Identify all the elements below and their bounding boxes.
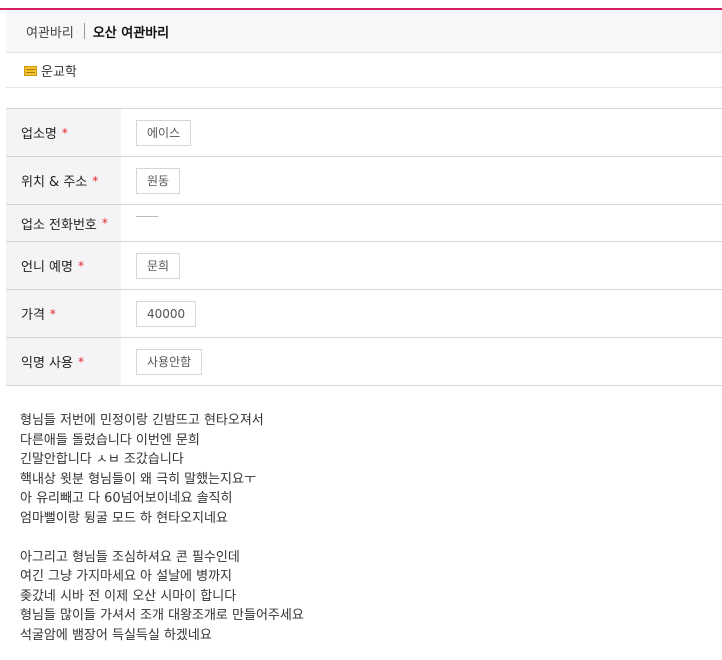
- content-line: 형님들 저번에 민정이랑 긴밤뜨고 현타오져서: [20, 413, 264, 428]
- field-value-cell: 문희: [121, 242, 722, 289]
- content-line: 핵내상 윗분 형님들이 왜 극히 말했는지요ㅜ: [20, 471, 256, 487]
- field-label: 언니 예명 *: [6, 242, 121, 289]
- content-line: 석굴암에 뱀장어 득실득실 하겠네요: [20, 627, 212, 643]
- field-row-anonymous: 익명 사용 * 사용안함: [6, 338, 722, 386]
- content-line: 긴말안합니다 ㅅㅂ 조갔습니다: [20, 452, 184, 467]
- content-line: 형님들 많이들 가셔서 조개 대왕조개로 만들어주세요: [20, 608, 304, 623]
- field-label-text: 업소명: [21, 127, 57, 142]
- post-content: 형님들 저번에 민정이랑 긴밤뜨고 현타오져서 다른애들 돌렸습니다 이번엔 문…: [20, 411, 710, 645]
- field-value: 40000: [136, 300, 197, 327]
- field-value-cell: [121, 205, 722, 241]
- content-blank-line: [20, 528, 710, 548]
- field-value-cell: 에이스: [121, 109, 722, 156]
- content-line: 다른애들 돌렸습니다 이번엔 문희: [20, 432, 200, 448]
- field-value-cell: 사용안함: [121, 338, 722, 385]
- field-row-phone: 업소 전화번호 *: [6, 205, 722, 242]
- field-label-text: 업소 전화번호: [21, 217, 97, 233]
- field-value: 문희: [136, 252, 181, 279]
- field-value: 원동: [136, 167, 181, 194]
- content-line: 아 유리빼고 다 60넘어보이네요 솔직히: [20, 491, 233, 506]
- field-row-business-name: 업소명 * 에이스: [6, 109, 722, 157]
- field-value-cell: 40000: [121, 290, 722, 337]
- field-label: 가격 *: [6, 290, 121, 337]
- breadcrumb-separator: [83, 23, 85, 39]
- field-label-text: 언니 예명: [21, 260, 73, 275]
- field-label-text: 위치 & 주소: [21, 175, 88, 190]
- field-value: 사용안함: [136, 348, 203, 375]
- required-mark: *: [77, 258, 84, 273]
- content-line: 좆갔네 시바 전 이제 오산 시마이 합니다: [20, 588, 237, 604]
- field-value: 에이스: [136, 119, 192, 146]
- field-value-cell: 원동: [121, 157, 722, 204]
- field-label: 위치 & 주소 *: [6, 157, 121, 204]
- required-mark: *: [92, 173, 99, 188]
- content-line: 아그리고 형님들 조심하셔요 콘 필수인데: [20, 549, 240, 565]
- required-mark: *: [101, 216, 108, 230]
- breadcrumb-board-link[interactable]: 여관바리: [26, 22, 74, 41]
- field-label: 업소명 *: [6, 109, 121, 156]
- field-row-nickname: 언니 예명 * 문희: [6, 242, 722, 290]
- required-mark: *: [61, 125, 68, 140]
- board-header: 여관바리 오산 여관바리: [6, 10, 722, 53]
- divider: [6, 87, 722, 88]
- field-row-price: 가격 * 40000: [6, 290, 722, 338]
- author-name[interactable]: 운교학: [41, 61, 77, 80]
- field-value-empty: [136, 215, 158, 217]
- user-level-icon: [24, 65, 37, 76]
- post-info-table: 업소명 * 에이스 위치 & 주소 * 원동 업소 전화번호 * 언니 예명 *…: [6, 108, 722, 386]
- required-mark: *: [49, 306, 56, 321]
- field-label-text: 익명 사용: [21, 356, 73, 371]
- field-label: 업소 전화번호 *: [6, 205, 121, 241]
- field-label-text: 가격: [21, 308, 45, 323]
- field-row-location: 위치 & 주소 * 원동: [6, 157, 722, 205]
- field-label: 익명 사용 *: [6, 338, 121, 385]
- content-line: 여긴 그냥 가지마세요 아 설날에 병까지: [20, 569, 233, 584]
- content-line: 엄마뻘이랑 뒹굴 모드 하 현타오지네요: [20, 510, 228, 526]
- required-mark: *: [77, 354, 84, 369]
- author-info: 운교학: [24, 61, 77, 80]
- post-board-title: 오산 여관바리: [92, 25, 170, 41]
